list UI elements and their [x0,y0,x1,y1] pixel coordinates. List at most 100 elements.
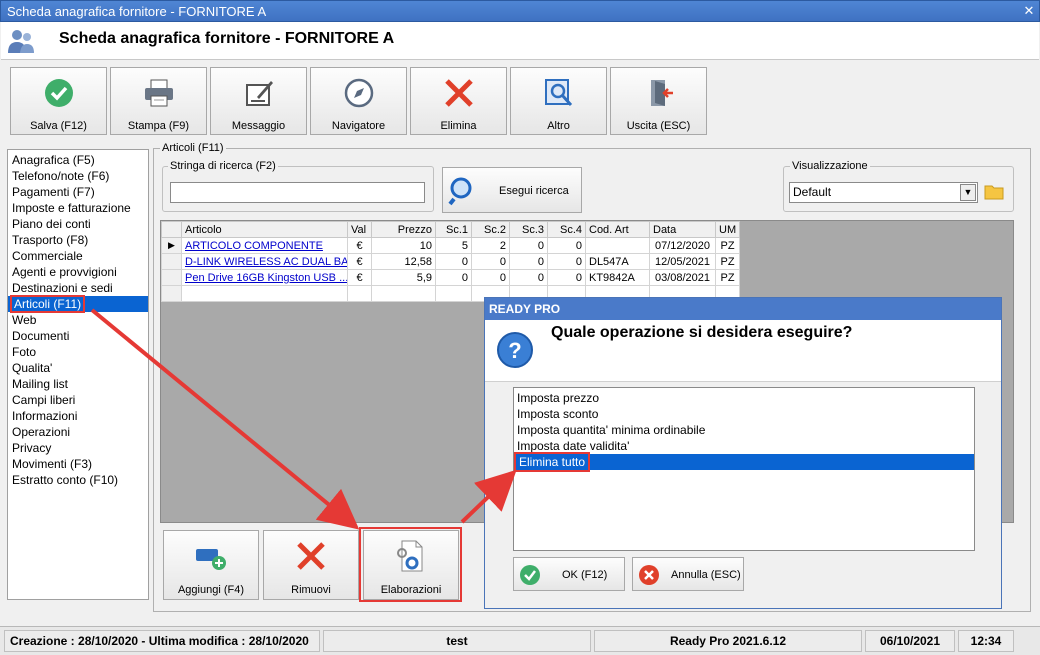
sidebar-item[interactable]: Informazioni [8,408,148,424]
sidebar-item-label: Web [12,313,37,327]
view-select-value: Default [793,185,832,199]
sidebar-item[interactable]: Telefono/note (F6) [8,168,148,184]
column-header[interactable]: Val [347,221,372,238]
ok-button[interactable]: OK (F12) [513,557,625,591]
column-header[interactable]: UM [714,221,741,238]
list-item[interactable]: Imposta sconto [514,406,974,422]
article-link[interactable]: ARTICOLO COMPONENTE [181,237,348,254]
header: Scheda anagrafica fornitore - FORNITORE … [1,22,1039,60]
sidebar-item[interactable]: Piano dei conti [8,216,148,232]
table-row[interactable]: D-LINK WIRELESS AC DUAL BA... €12,58 0 0 0 0 D… [161,253,741,270]
sidebar-item[interactable]: Privacy [8,440,148,456]
view-select[interactable]: Default ▼ [789,182,978,203]
table-cell: € [347,269,372,286]
sidebar-item-label: Piano dei conti [12,217,91,231]
window-title-bar: Scheda anagrafica fornitore - FORNITORE … [0,0,1040,22]
article-link[interactable]: Pen Drive 16GB Kingston USB ... [181,269,348,286]
search-input[interactable] [170,182,425,203]
print-button[interactable]: Stampa (F9) [110,67,207,135]
other-button[interactable]: Altro [510,67,607,135]
column-header[interactable]: Cod. Art [585,221,650,238]
cancel-button[interactable]: Annulla (ESC) [632,557,744,591]
sidebar-item[interactable]: Web [8,312,148,328]
list-item-label: Imposta sconto [517,407,599,421]
cancel-button-label: Annulla (ESC) [671,569,741,581]
table-cell: 12/05/2021 [649,253,716,270]
add-button[interactable]: Aggiungi (F4) [163,530,259,600]
sidebar-item[interactable]: Movimenti (F3) [8,456,148,472]
status-date: 06/10/2021 [865,630,955,652]
sidebar-item-label: Foto [12,345,37,359]
check-circle-icon [520,565,540,585]
table-cell: 0 [435,269,472,286]
list-item-label: Imposta prezzo [517,391,600,405]
sidebar-item-label: Qualita' [12,361,53,375]
column-header[interactable]: Data [649,221,716,238]
sidebar-item[interactable]: Campi liberi [8,392,148,408]
row-indicator: ▶ [161,237,182,254]
operation-list[interactable]: Imposta prezzo Imposta sconto Imposta quan… [513,387,975,551]
folder-icon[interactable] [984,182,1004,202]
table-cell: 0 [509,269,548,286]
sidebar-item[interactable]: Operazioni [8,424,148,440]
navigator-button[interactable]: Navigatore [310,67,407,135]
sidebar-item[interactable]: Imposte e fatturazione [8,200,148,216]
table-row[interactable]: Pen Drive 16GB Kingston USB ... €5,9 0 0 0 0 K… [161,269,741,286]
article-link[interactable]: D-LINK WIRELESS AC DUAL BA... [181,253,348,270]
sidebar-item[interactable]: Trasporto (F8) [8,232,148,248]
sidebar-item[interactable]: Mailing list [8,376,148,392]
list-item[interactable]: Imposta quantita' minima ordinabile [514,422,974,438]
column-header[interactable]: Sc.1 [435,221,472,238]
remove-button-label: Rimuovi [291,584,331,596]
close-icon[interactable]: ✕ [1021,3,1037,19]
search-icon [448,177,472,206]
sidebar-item-label: Trasporto (F8) [12,233,89,247]
sidebar-item[interactable]: Agenti e provvigioni [8,264,148,280]
remove-button[interactable]: Rimuovi [263,530,359,600]
table-cell: 5 [435,237,472,254]
sidebar-item[interactable]: Destinazioni e sedi [8,280,148,296]
message-icon [246,81,273,106]
sidebar-item[interactable]: Estratto conto (F10) [8,472,148,488]
page-title: Scheda anagrafica fornitore - FORNITORE … [59,30,395,47]
message-button-label: Messaggio [231,120,286,132]
list-item-selected[interactable]: Elimina tutto [513,452,974,472]
column-header[interactable]: Articolo [181,221,348,238]
sidebar-item-selected[interactable]: Articoli (F11) [8,295,148,313]
run-search-button[interactable]: Esegui ricerca [442,167,582,213]
table-row[interactable]: ▶ ARTICOLO COMPONENTE €10 5 2 0 0 07/12/2020 PZ [161,237,741,254]
sidebar-item-label: Commerciale [12,249,83,263]
add-button-label: Aggiungi (F4) [177,584,245,596]
sidebar-item-label: Agenti e provvigioni [12,265,117,279]
column-header[interactable]: Prezzo [371,221,436,238]
print-button-label: Stampa (F9) [127,120,190,132]
list-item-label: Imposta quantita' minima ordinabile [517,423,706,437]
column-header[interactable]: Sc.4 [547,221,586,238]
save-button[interactable]: Salva (F12) [10,67,107,135]
sidebar-item[interactable]: Documenti [8,328,148,344]
table-cell: 0 [471,269,510,286]
sidebar-item[interactable]: Anagrafica (F5) [8,152,148,168]
table-cell: PZ [714,269,741,286]
exit-button-label: Uscita (ESC) [626,120,691,132]
delete-button[interactable]: Elimina [410,67,507,135]
sidebar-item[interactable]: Commerciale [8,248,148,264]
message-button[interactable]: Messaggio [210,67,307,135]
sidebar-item[interactable]: Qualita' [8,360,148,376]
table-cell: 2 [471,237,510,254]
sidebar-item-label: Telefono/note (F6) [12,169,110,183]
articoli-group-label: Articoli (F11) [160,142,226,154]
sidebar-item[interactable]: Pagamenti (F7) [8,184,148,200]
sidebar-item-label: Privacy [12,441,52,455]
list-item[interactable]: Imposta date validita' [514,438,974,454]
table-cell [585,237,650,254]
exit-button[interactable]: Uscita (ESC) [610,67,707,135]
magnifier-icon [545,79,573,107]
table-cell: 10 [371,237,436,254]
list-item[interactable]: Imposta prezzo [514,390,974,406]
sidebar-item[interactable]: Foto [8,344,148,360]
column-header[interactable]: Sc.2 [471,221,510,238]
column-header[interactable]: Sc.3 [509,221,548,238]
chevron-down-icon[interactable]: ▼ [960,184,976,201]
navigator-button-label: Navigatore [331,120,386,132]
